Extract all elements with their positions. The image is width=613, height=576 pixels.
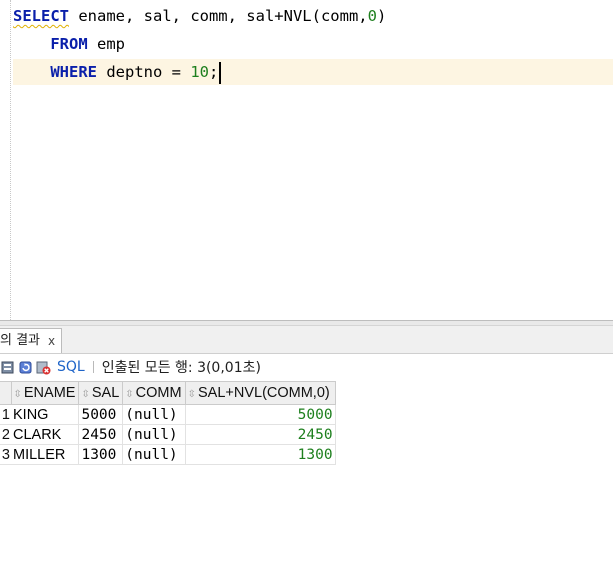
- sort-icon: ⇳: [125, 389, 134, 400]
- tab-label: 의 결과: [0, 333, 41, 348]
- cell-comm[interactable]: (null): [122, 424, 186, 445]
- grid-header-row: ⇳ ENAME ⇳ SAL ⇳ COMM ⇳ SAL+NVL(COMM,0): [0, 381, 336, 405]
- results-grid: ⇳ ENAME ⇳ SAL ⇳ COMM ⇳ SAL+NVL(COMM,0) 1 KIN…: [0, 381, 336, 465]
- sort-icon: ⇳: [81, 389, 90, 400]
- sql-link[interactable]: SQL: [57, 359, 85, 375]
- gutter-fold-line: [10, 0, 12, 320]
- code-line-3[interactable]: WHERE deptno = 10;: [13, 59, 613, 85]
- code-line-2[interactable]: FROM emp: [13, 31, 125, 57]
- cell-total[interactable]: 1300: [185, 444, 336, 465]
- close-paren: ): [376, 7, 387, 25]
- tab-query-result[interactable]: 의 결과 x: [0, 328, 63, 353]
- cell-total[interactable]: 5000: [185, 404, 336, 425]
- table-name: emp: [87, 35, 125, 53]
- row-number: 3: [0, 444, 11, 465]
- column-header-comm[interactable]: ⇳ COMM: [122, 381, 186, 405]
- refresh-icon[interactable]: [18, 360, 33, 375]
- row-number: 1: [0, 404, 11, 425]
- close-icon[interactable]: x: [48, 329, 55, 353]
- keyword-where: WHERE: [50, 63, 97, 81]
- column-header-total[interactable]: ⇳ SAL+NVL(COMM,0): [184, 381, 336, 405]
- cell-ename[interactable]: MILLER: [11, 444, 80, 465]
- cancel-query-icon[interactable]: [36, 360, 51, 375]
- cell-sal[interactable]: 5000: [78, 404, 124, 425]
- fetch-status: 인출된 모든 행: 3(0,01초): [101, 360, 261, 376]
- cell-ename[interactable]: CLARK: [11, 424, 80, 445]
- table-row[interactable]: 1 KING 5000 (null) 5000: [0, 404, 336, 425]
- sort-icon: ⇳: [13, 389, 22, 400]
- cell-comm[interactable]: (null): [122, 404, 186, 425]
- sql-editor[interactable]: SELECT ename, sal, comm, sal+NVL(comm,0)…: [0, 0, 613, 320]
- table-row[interactable]: 2 CLARK 2450 (null) 2450: [0, 424, 336, 445]
- column-header-sal[interactable]: ⇳ SAL: [78, 381, 124, 405]
- cell-total[interactable]: 2450: [185, 424, 336, 445]
- keyword-from: FROM: [50, 35, 88, 53]
- keyword-select: SELECT: [13, 7, 69, 25]
- row-number-header: [0, 381, 12, 405]
- sort-icon: ⇳: [187, 389, 196, 400]
- row-number: 2: [0, 424, 11, 445]
- cell-ename[interactable]: KING: [11, 404, 80, 425]
- number-literal: 0: [367, 7, 377, 25]
- pin-icon[interactable]: [0, 360, 15, 375]
- cell-sal[interactable]: 2450: [78, 424, 124, 445]
- cell-comm[interactable]: (null): [122, 444, 186, 465]
- where-condition: deptno =: [97, 63, 191, 81]
- cell-sal[interactable]: 1300: [78, 444, 124, 465]
- select-list: ename, sal, comm, sal+NVL(comm,: [69, 7, 368, 25]
- table-row[interactable]: 3 MILLER 1300 (null) 1300: [0, 444, 336, 465]
- results-toolbar: SQL 인출된 모든 행: 3(0,01초): [0, 354, 613, 380]
- number-literal: 10: [190, 63, 209, 81]
- text-caret: [219, 61, 222, 84]
- semicolon: ;: [209, 63, 219, 81]
- column-header-ename[interactable]: ⇳ ENAME: [10, 381, 80, 405]
- results-tabbar: 의 결과 x: [0, 326, 613, 354]
- toolbar-divider: [92, 361, 94, 373]
- code-line-1[interactable]: SELECT ename, sal, comm, sal+NVL(comm,0): [13, 3, 386, 29]
